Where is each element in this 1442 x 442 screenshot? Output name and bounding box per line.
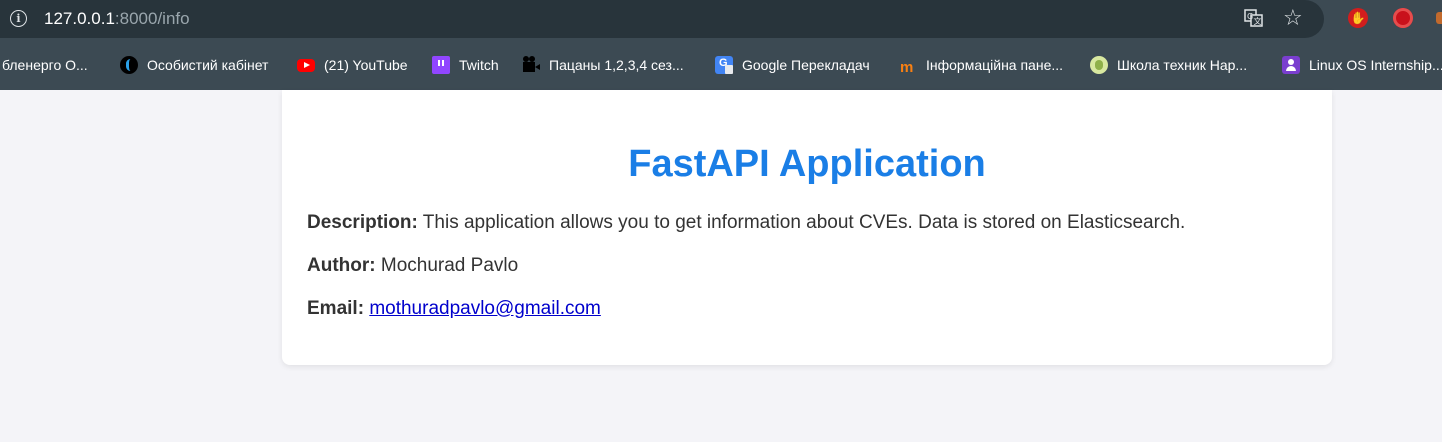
bookmark-label: Пацаны 1,2,3,4 сез... bbox=[549, 57, 684, 73]
email-label: Email: bbox=[307, 298, 365, 319]
description-label: Description: bbox=[307, 212, 418, 233]
bookmark-item[interactable]: бленерго О... bbox=[2, 52, 88, 78]
extension-red-icon[interactable] bbox=[1393, 8, 1413, 28]
site-info-icon[interactable]: i bbox=[10, 10, 27, 27]
swirl-icon bbox=[120, 56, 138, 74]
svg-text:G: G bbox=[1247, 12, 1253, 21]
bookmark-label: бленерго О... bbox=[2, 57, 88, 73]
browser-chrome: i 127.0.0.1:8000/info G 文 ☆ ✋ бленерго О… bbox=[0, 0, 1442, 90]
bookmark-label: Інформаційна пане... bbox=[926, 57, 1064, 73]
twitch-icon bbox=[432, 56, 450, 74]
svg-text:文: 文 bbox=[1254, 16, 1262, 26]
bookmark-label: Twitch bbox=[459, 57, 499, 73]
bookmark-label: Особистий кабінет bbox=[147, 57, 269, 73]
address-bar[interactable]: i 127.0.0.1:8000/info G 文 ☆ bbox=[0, 0, 1324, 38]
google-translate-icon: G bbox=[715, 56, 733, 74]
bookmark-item[interactable]: Linux OS Internship... bbox=[1282, 52, 1442, 78]
bookmark-item[interactable]: Школа техник Нар... bbox=[1090, 52, 1247, 78]
bookmarks-bar: бленерго О... Особистий кабінет (21) You… bbox=[0, 52, 1442, 78]
bookmark-item[interactable]: Twitch bbox=[432, 52, 499, 78]
bookmark-item[interactable]: G Google Перекладач bbox=[715, 52, 870, 78]
bookmark-item[interactable]: Пацаны 1,2,3,4 сез... bbox=[522, 52, 684, 78]
email-row: Email: mothuradpavlo@gmail.com bbox=[307, 297, 601, 321]
description-row: Description: This application allows you… bbox=[307, 211, 1185, 235]
bookmark-star-icon[interactable]: ☆ bbox=[1283, 5, 1303, 31]
url-text[interactable]: 127.0.0.1:8000/info bbox=[44, 9, 190, 29]
url-host: 127.0.0.1 bbox=[44, 9, 115, 28]
moodle-icon: m bbox=[900, 59, 914, 76]
youtube-icon bbox=[297, 58, 315, 72]
url-path: :8000/info bbox=[114, 9, 190, 28]
adblock-hand-icon[interactable]: ✋ bbox=[1348, 8, 1368, 28]
author-row: Author: Mochurad Pavlo bbox=[307, 254, 518, 278]
email-link[interactable]: mothuradpavlo@gmail.com bbox=[369, 298, 601, 319]
bookmark-label: Google Перекладач bbox=[742, 57, 870, 73]
bookmark-item[interactable]: Особистий кабінет bbox=[120, 52, 268, 78]
bookmark-label: Linux OS Internship... bbox=[1309, 57, 1442, 73]
classroom-icon bbox=[1282, 56, 1300, 74]
bookmark-label: Школа техник Нар... bbox=[1117, 57, 1248, 73]
extension-partial-icon[interactable] bbox=[1436, 12, 1442, 24]
author-text: Mochurad Pavlo bbox=[380, 255, 519, 276]
page-title: FastAPI Application bbox=[628, 143, 986, 185]
author-label: Author: bbox=[307, 255, 376, 276]
translate-icon[interactable]: G 文 bbox=[1244, 9, 1264, 28]
bookmark-label: (21) YouTube bbox=[324, 57, 408, 73]
camera-icon bbox=[522, 56, 540, 74]
info-card: FastAPI Application Description: This ap… bbox=[282, 90, 1332, 365]
bookmark-item[interactable]: (21) YouTube bbox=[297, 52, 408, 78]
school-icon bbox=[1090, 56, 1108, 74]
bookmark-item[interactable]: m Інформаційна пане... bbox=[899, 52, 1063, 78]
description-text: This application allows you to get infor… bbox=[422, 212, 1186, 233]
